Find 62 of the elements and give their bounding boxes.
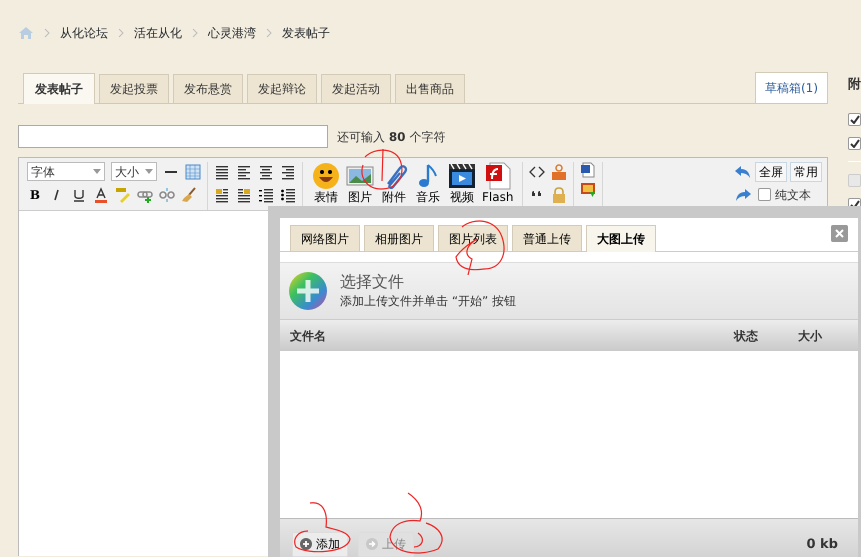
caret-icon[interactable] [145,169,153,174]
post-type-tab[interactable]: 发表帖子 [23,73,95,104]
align-left-icon[interactable] [236,164,252,180]
numbered-list-icon[interactable] [258,186,274,202]
upload-tab[interactable]: 图片列表 [438,225,508,251]
close-icon[interactable] [835,229,844,238]
upload-tab[interactable]: 网络图片 [290,225,360,251]
toolbar-button[interactable]: 附件 [377,162,411,210]
bold-button[interactable]: B [27,186,43,202]
select-files-title[interactable]: 选择文件 [340,272,516,292]
breadcrumb-link[interactable]: 心灵港湾 [208,24,256,42]
redo-icon[interactable] [734,188,752,202]
word-document-icon[interactable] [580,162,596,178]
option-checkbox[interactable] [848,112,861,126]
column-header: 状态 [734,328,759,344]
text-color-icon[interactable] [93,186,109,202]
char-counter: 还可输入 80 个字符 [337,128,446,146]
total-size: 0 kb [806,536,838,554]
plus-circle-icon[interactable] [300,538,312,550]
align-right-icon[interactable] [280,164,296,180]
caret-icon[interactable] [93,169,101,174]
post-type-tab[interactable]: 发布悬赏 [173,74,243,103]
drafts-button[interactable]: 草稿箱(1) [755,72,828,103]
select-files-hint: 添加上传文件并单击 “开始” 按钮 [340,293,516,310]
undo-icon[interactable] [734,164,752,178]
add-circle-icon[interactable] [288,271,328,311]
breadcrumb-link[interactable]: 活在从化 [134,24,182,42]
option-checkbox[interactable] [848,136,861,150]
sidebar-heading: 附 [848,76,861,94]
fullscreen-button[interactable]: 全屏 [755,162,787,182]
title-field[interactable] [18,125,328,148]
toolbar-button[interactable]: 音乐 [411,162,445,210]
align-justify-icon[interactable] [214,164,230,180]
plain-text-checkbox[interactable]: 纯文本 [758,186,811,204]
column-header: 文件名 [290,328,327,344]
breadcrumb-link[interactable]: 发表帖子 [282,24,330,42]
unlink-icon[interactable] [159,186,175,202]
flash-icon[interactable] [484,162,512,190]
size-select[interactable]: 大小 [111,162,157,181]
upload-action-button[interactable]: 添加 [292,532,348,556]
post-type-tab[interactable]: 发起活动 [321,74,391,103]
float-right-icon[interactable] [236,186,252,202]
upload-tab[interactable]: 大图上传 [586,225,656,252]
column-header: 大小 [798,328,822,344]
post-type-tab[interactable]: 出售商品 [395,74,465,103]
film-icon[interactable] [448,162,476,190]
code-icon[interactable] [529,164,546,180]
font-select[interactable]: 字体 [27,162,105,181]
image-import-icon[interactable] [580,182,596,198]
smiley-icon[interactable] [312,162,340,190]
float-left-icon[interactable] [214,186,230,202]
table-icon[interactable] [185,164,201,180]
post-type-tab[interactable]: 发起辩论 [247,74,317,103]
brush-icon[interactable] [181,186,197,202]
align-center-icon[interactable] [258,164,274,180]
common-button[interactable]: 常用 [790,162,822,182]
post-type-tab[interactable]: 发起投票 [99,74,169,103]
upload-tab[interactable]: 相册图片 [364,225,434,251]
breadcrumb-link[interactable]: 从化论坛 [60,24,108,42]
bullet-list-icon[interactable] [280,186,296,202]
upload-tab[interactable]: 普通上传 [512,225,582,251]
close-button[interactable] [831,225,848,242]
